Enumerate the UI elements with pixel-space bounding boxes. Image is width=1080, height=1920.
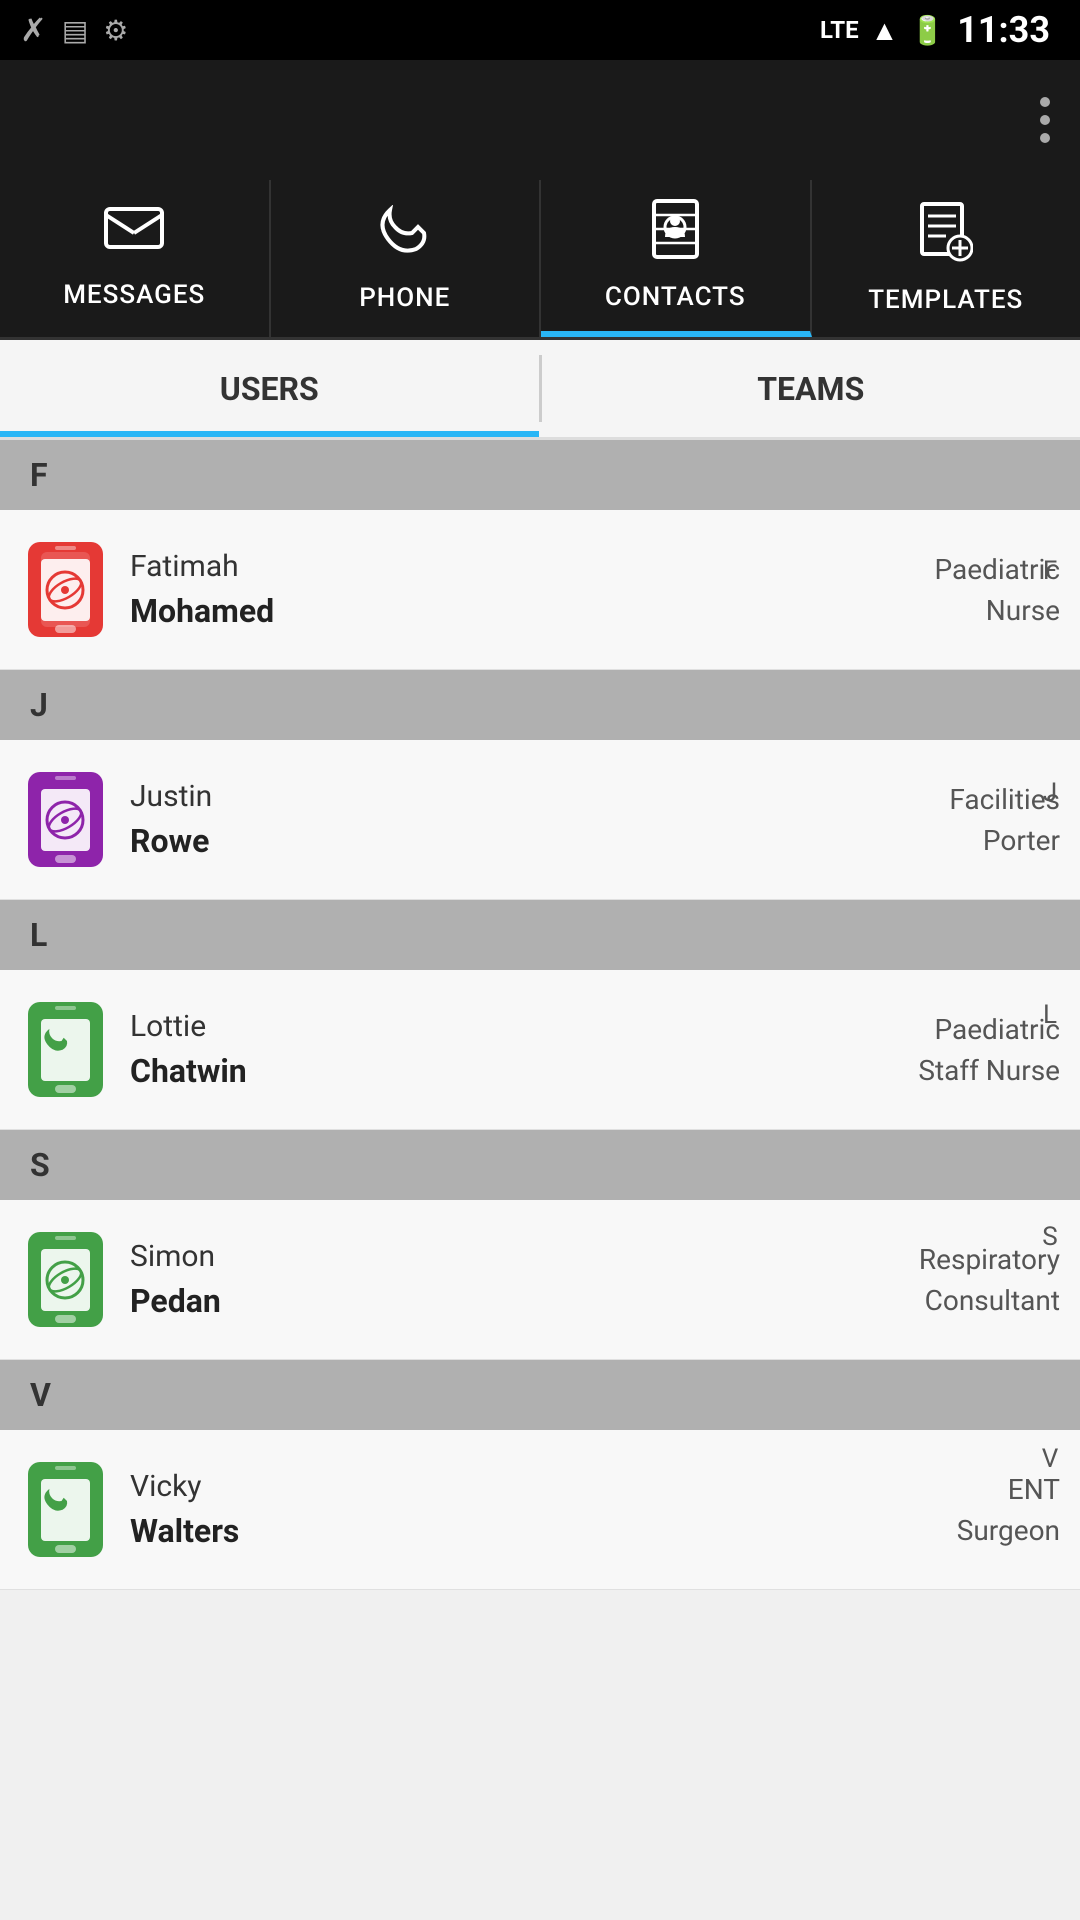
avatar-justin bbox=[20, 765, 110, 875]
section-letter-j: J bbox=[30, 686, 48, 724]
sub-tabs: USERS TEAMS bbox=[0, 340, 1080, 440]
status-icons-left: ✗ ▤ ⚙ bbox=[20, 11, 128, 49]
contacts-icon bbox=[648, 199, 703, 272]
section-letter-f: F bbox=[30, 456, 48, 494]
section-header-f: F bbox=[0, 440, 1080, 510]
phone-icon bbox=[380, 205, 430, 273]
tab-messages-label: MESSAGES bbox=[63, 280, 205, 310]
avatar-lottie bbox=[20, 995, 110, 1105]
section-header-v: V bbox=[0, 1360, 1080, 1430]
messages-icon bbox=[104, 207, 164, 270]
avatar-simon bbox=[20, 1225, 110, 1335]
contact-info-vicky: Vicky Walters bbox=[130, 1469, 937, 1550]
contact-row-lottie[interactable]: Lottie Chatwin Paediatric Staff Nurse bbox=[0, 970, 1080, 1130]
alpha-l[interactable]: L bbox=[1043, 1002, 1057, 1028]
tab-phone-label: PHONE bbox=[359, 283, 450, 313]
tab-messages[interactable]: MESSAGES bbox=[0, 180, 271, 337]
avatar-vicky bbox=[20, 1455, 110, 1565]
alpha-s[interactable]: S bbox=[1042, 1224, 1057, 1250]
alpha-f[interactable]: F bbox=[1043, 558, 1057, 584]
android-icon: ⚙ bbox=[103, 14, 128, 47]
sub-tab-users[interactable]: USERS bbox=[0, 340, 539, 437]
contact-lastname-fatimah: Mohamed bbox=[130, 592, 914, 630]
tab-contacts[interactable]: CONTACTS bbox=[541, 180, 812, 337]
tab-phone[interactable]: PHONE bbox=[271, 180, 542, 337]
contact-lastname-simon: Pedan bbox=[130, 1282, 899, 1320]
contact-firstname-justin: Justin bbox=[130, 779, 929, 814]
contact-row-fatimah[interactable]: Fatimah Mohamed Paediatric Nurse bbox=[0, 510, 1080, 670]
contact-info-lottie: Lottie Chatwin bbox=[130, 1009, 898, 1090]
contact-list: F Fatimah bbox=[0, 440, 1080, 1590]
tab-templates-label: TEMPLATES bbox=[868, 285, 1023, 315]
status-bar: ✗ ▤ ⚙ LTE ▲ 🔋 11:33 bbox=[0, 0, 1080, 60]
top-nav bbox=[0, 60, 1080, 180]
section-header-s: S bbox=[0, 1130, 1080, 1200]
tab-bar: MESSAGES PHONE CONTACTS bbox=[0, 180, 1080, 340]
contact-firstname-fatimah: Fatimah bbox=[130, 549, 914, 584]
avatar-fatimah bbox=[20, 535, 110, 645]
more-options-button[interactable] bbox=[1040, 97, 1050, 143]
wifi-off-icon: ✗ bbox=[20, 11, 47, 49]
tab-contacts-label: CONTACTS bbox=[605, 282, 746, 312]
section-letter-s: S bbox=[30, 1146, 50, 1184]
alphabet-sidebar: F J L S V bbox=[1020, 440, 1080, 1590]
contact-info-simon: Simon Pedan bbox=[130, 1239, 899, 1320]
contact-row-simon[interactable]: Simon Pedan Respiratory Consultant bbox=[0, 1200, 1080, 1360]
battery-icon: 🔋 bbox=[910, 14, 945, 47]
section-header-l: L bbox=[0, 900, 1080, 970]
sim-icon: ▤ bbox=[62, 14, 88, 47]
contact-firstname-vicky: Vicky bbox=[130, 1469, 937, 1504]
section-letter-v: V bbox=[30, 1376, 51, 1414]
status-icons-right: LTE ▲ 🔋 11:33 bbox=[820, 9, 1050, 51]
templates-icon bbox=[918, 202, 973, 275]
sub-tab-users-label: USERS bbox=[220, 370, 319, 408]
contact-firstname-simon: Simon bbox=[130, 1239, 899, 1274]
contact-row-vicky[interactable]: Vicky Walters ENT Surgeon bbox=[0, 1430, 1080, 1590]
content-wrapper: F Fatimah bbox=[0, 440, 1080, 1920]
signal-icon: ▲ bbox=[871, 14, 899, 47]
sub-tab-teams-label: TEAMS bbox=[757, 370, 864, 408]
lte-icon: LTE bbox=[820, 16, 859, 44]
contact-firstname-lottie: Lottie bbox=[130, 1009, 898, 1044]
section-header-j: J bbox=[0, 670, 1080, 740]
contact-info-fatimah: Fatimah Mohamed bbox=[130, 549, 914, 630]
alpha-v[interactable]: V bbox=[1042, 1446, 1059, 1472]
tab-templates[interactable]: TEMPLATES bbox=[812, 180, 1080, 337]
contact-info-justin: Justin Rowe bbox=[130, 779, 929, 860]
contact-row-justin[interactable]: Justin Rowe Facilities Porter bbox=[0, 740, 1080, 900]
contact-lastname-lottie: Chatwin bbox=[130, 1052, 898, 1090]
contact-lastname-vicky: Walters bbox=[130, 1512, 937, 1550]
contact-lastname-justin: Rowe bbox=[130, 822, 929, 860]
section-letter-l: L bbox=[30, 916, 47, 954]
sub-tab-teams[interactable]: TEAMS bbox=[542, 340, 1080, 437]
alpha-j[interactable]: J bbox=[1043, 780, 1057, 806]
status-time: 11:33 bbox=[957, 9, 1050, 51]
